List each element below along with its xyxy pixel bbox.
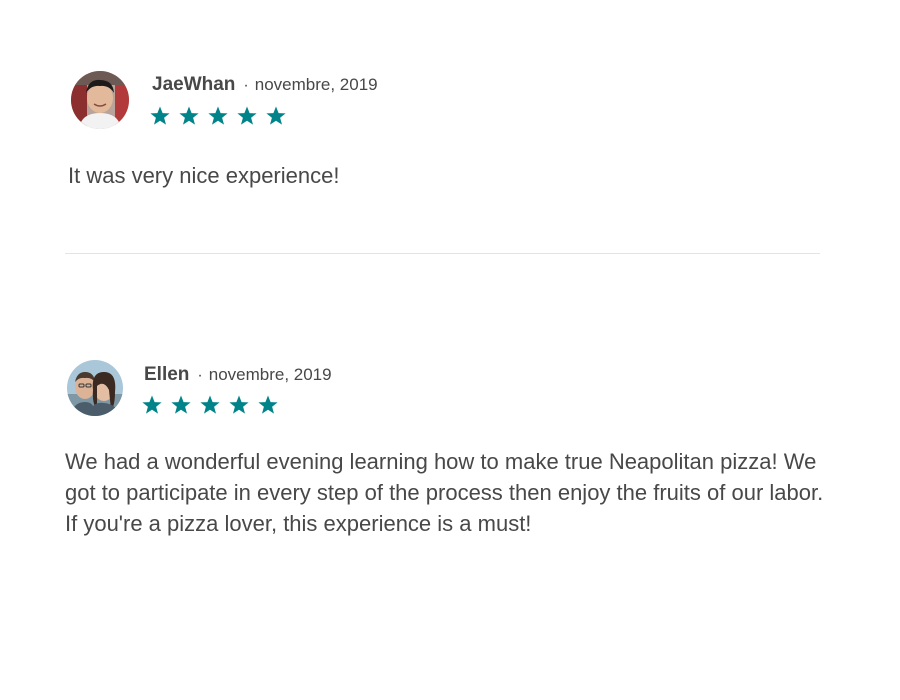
couple-photo-icon [67, 360, 123, 416]
star-rating [141, 394, 286, 416]
star-icon [179, 106, 199, 125]
reviewer-avatar[interactable] [71, 71, 129, 129]
star-icon [142, 395, 162, 414]
review-text: We had a wonderful evening learning how … [65, 449, 824, 536]
reviewer-name[interactable]: JaeWhan [152, 74, 235, 96]
reviewer-name[interactable]: Ellen [144, 364, 189, 386]
star-icon [237, 106, 257, 125]
star-icon [266, 106, 286, 125]
user-photo-icon [71, 71, 129, 129]
star-icon [150, 106, 170, 125]
review-header: JaeWhan · novembre, 2019 [152, 74, 378, 96]
review-text: It was very nice experience! [68, 163, 340, 188]
star-icon [171, 395, 191, 414]
review-header: Ellen · novembre, 2019 [144, 364, 332, 386]
reviewer-avatar[interactable] [67, 360, 123, 416]
separator-dot: · [197, 367, 203, 384]
star-icon [229, 395, 249, 414]
star-icon [258, 395, 278, 414]
review-date: novembre, 2019 [254, 75, 378, 94]
star-rating [149, 105, 294, 127]
star-icon [200, 395, 220, 414]
review-date: novembre, 2019 [208, 365, 332, 384]
separator-dot: · [243, 77, 249, 94]
star-icon [208, 106, 228, 125]
review-divider [65, 253, 820, 254]
